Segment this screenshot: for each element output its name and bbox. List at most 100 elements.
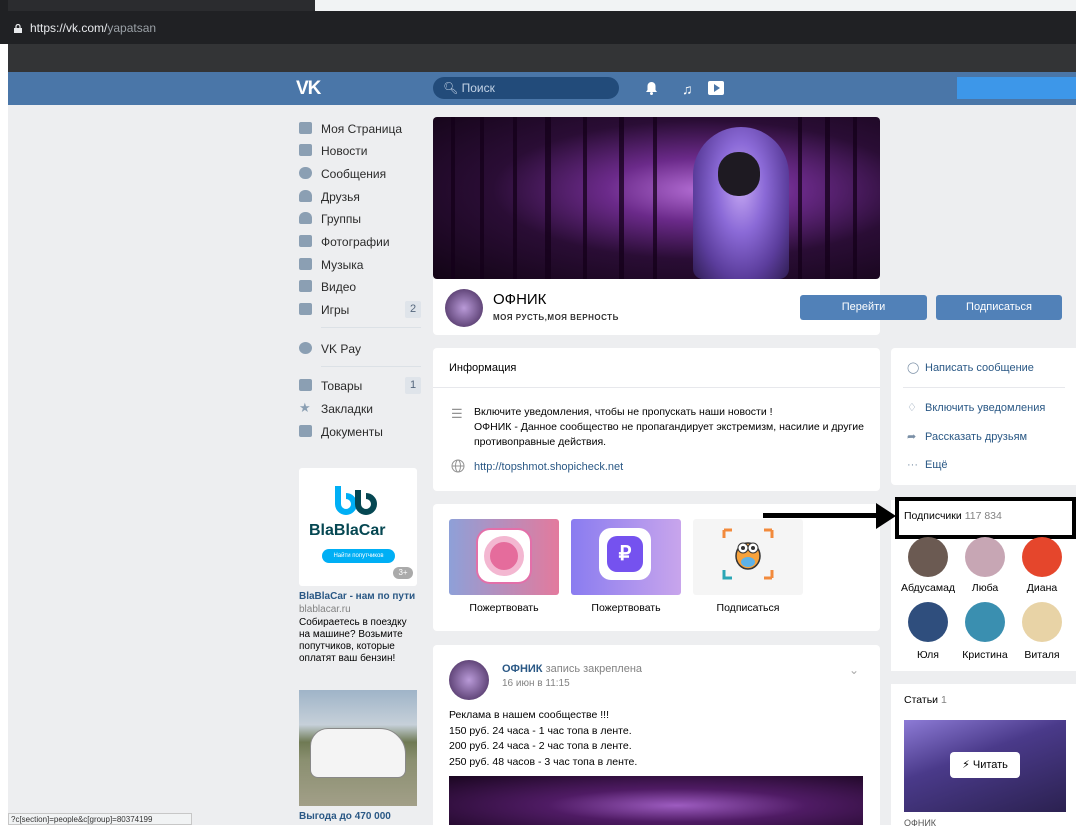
read-button[interactable]: ⚡︎ Читать — [950, 752, 1020, 778]
share-action[interactable]: ➦ Рассказать друзьям — [907, 430, 1027, 443]
group-status: МОЯ РУСТЬ,МОЯ ВЕРНОСТЬ — [493, 313, 619, 322]
vk-logo[interactable]: VK — [296, 78, 321, 100]
bird-icon — [722, 528, 774, 580]
divider — [433, 387, 880, 388]
sidebar-item-news[interactable]: Новости — [299, 140, 421, 162]
subscribe-button[interactable]: Подписаться — [936, 295, 1062, 320]
highlight-box — [895, 497, 1076, 539]
app-label[interactable]: Пожертвовать — [571, 602, 681, 614]
app-label[interactable]: Пожертвовать — [449, 602, 559, 614]
send-message-action[interactable]: ◯ Написать сообщение — [907, 361, 1034, 374]
app-label[interactable]: Подписаться — [693, 602, 803, 614]
enable-notifications-action[interactable]: ♢ Включить уведомления — [907, 401, 1045, 414]
subscriber-avatar[interactable] — [965, 602, 1005, 642]
sidebar-item-video[interactable]: Видео — [299, 276, 421, 298]
subscriber-name[interactable]: Диана — [1012, 582, 1072, 594]
divider — [903, 387, 1065, 388]
globe-icon — [451, 459, 465, 473]
document-icon — [299, 425, 312, 437]
info-title: Информация — [449, 362, 517, 374]
search-input[interactable]: 🔍︎ Поиск — [433, 77, 619, 99]
subscriber-avatar[interactable] — [965, 537, 1005, 577]
bag-icon — [299, 379, 312, 391]
ad-url: blablacar.ru — [299, 604, 351, 615]
video-icon — [299, 280, 312, 292]
post-date[interactable]: 16 июн в 11:15 — [502, 678, 570, 689]
sidebar-item-documents[interactable]: Документы — [299, 421, 421, 443]
group-name: ОФНИК — [493, 291, 547, 308]
website-link[interactable]: http://topshmot.shopicheck.net — [474, 461, 623, 473]
sidebar-item-bookmarks[interactable]: ★ Закладки — [299, 398, 421, 420]
post-text: Реклама в нашем сообществе !!! 150 руб. 2… — [449, 709, 638, 768]
sidebar-divider — [321, 366, 421, 367]
post-author-avatar[interactable] — [449, 660, 489, 700]
ruble-icon: ₽ — [607, 536, 643, 572]
groups-icon — [299, 212, 312, 224]
car-shape — [310, 728, 406, 778]
annotation-arrow-head — [876, 503, 896, 529]
subscriber-avatar[interactable] — [1022, 537, 1062, 577]
friends-icon — [299, 190, 312, 202]
go-button[interactable]: Перейти — [800, 295, 927, 320]
subscriber-name[interactable]: Юля — [898, 649, 958, 661]
ad-title[interactable]: BlaBlaCar - нам по пути — [299, 591, 415, 602]
browser-bookmarks-bar — [8, 44, 1076, 72]
home-icon — [299, 122, 312, 134]
status-bar-url: ?c[section]=people&c[group]=80374199 — [8, 813, 192, 825]
more-icon: ··· — [907, 459, 918, 471]
music-note-icon[interactable]: ♫ — [682, 81, 693, 97]
subscriber-name[interactable]: Виталя — [1012, 649, 1072, 661]
vkpay-icon — [299, 342, 312, 354]
article-name[interactable]: ОФНИК — [904, 818, 936, 828]
subscriber-name[interactable]: Люба — [955, 582, 1015, 594]
age-rating-badge: 3+ — [393, 567, 413, 579]
ad-text: Собираетесь в поездку на машине? Возьмит… — [299, 617, 407, 664]
gas-mask-art — [718, 152, 760, 196]
browser-tab-strip — [315, 0, 1076, 11]
sidebar-item-friends[interactable]: Друзья — [299, 186, 421, 208]
browser-tab[interactable] — [8, 0, 318, 11]
bell-icon: ♢ — [907, 402, 917, 414]
notifications-bell-icon[interactable] — [645, 81, 658, 95]
sidebar-item-my-page[interactable]: Моя Страница — [299, 118, 421, 140]
message-icon: ◯ — [907, 362, 920, 374]
lightning-icon: ⚡︎ — [962, 759, 970, 771]
subscriber-avatar[interactable] — [908, 602, 948, 642]
lock-icon — [14, 24, 22, 33]
info-description: Включите уведомления, чтобы не пропускат… — [474, 406, 864, 448]
post-image[interactable] — [449, 776, 863, 825]
sidebar-item-games[interactable]: Игры 2 — [299, 299, 421, 321]
subscriber-avatar[interactable] — [908, 537, 948, 577]
subscriber-avatar[interactable] — [1022, 602, 1062, 642]
group-avatar[interactable] — [445, 289, 483, 327]
sidebar-item-groups[interactable]: Группы — [299, 208, 421, 230]
sidebar-divider — [321, 327, 421, 328]
games-icon — [299, 303, 312, 315]
description-icon: ☰ — [451, 406, 463, 421]
goods-count-badge: 1 — [405, 377, 421, 394]
hooded-figure-art — [693, 127, 789, 279]
share-icon: ➦ — [907, 431, 917, 443]
news-icon — [299, 144, 312, 156]
donut-icon-inner — [484, 536, 524, 576]
group-cover-image — [433, 117, 880, 279]
subscriber-name[interactable]: Абдусамад — [898, 582, 958, 594]
sidebar-item-messages[interactable]: Сообщения — [299, 163, 421, 185]
sidebar-item-goods[interactable]: Товары 1 — [299, 375, 421, 397]
post-author[interactable]: ОФНИК запись закреплена — [502, 663, 642, 675]
player-play-icon[interactable] — [708, 81, 724, 95]
sidebar-item-vkpay[interactable]: VK Pay — [299, 338, 421, 360]
blablacar-logo-icon — [335, 485, 377, 515]
chevron-down-icon[interactable]: ⌄ — [849, 663, 859, 677]
music-icon — [299, 258, 312, 270]
sidebar-item-music[interactable]: Музыка — [299, 254, 421, 276]
articles-title[interactable]: Статьи 1 — [904, 694, 947, 706]
user-menu[interactable] — [957, 77, 1076, 99]
camera-icon — [299, 235, 312, 247]
subscriber-name[interactable]: Кристина — [955, 649, 1015, 661]
sidebar-item-photos[interactable]: Фотографии — [299, 231, 421, 253]
more-action[interactable]: ··· Ещё — [907, 459, 948, 471]
url-text[interactable]: https://vk.com/yapatsan — [30, 21, 156, 35]
find-companions-button[interactable]: Найти попутчиков — [322, 549, 395, 563]
ad-title[interactable]: Выгода до 470 000 — [299, 811, 391, 822]
